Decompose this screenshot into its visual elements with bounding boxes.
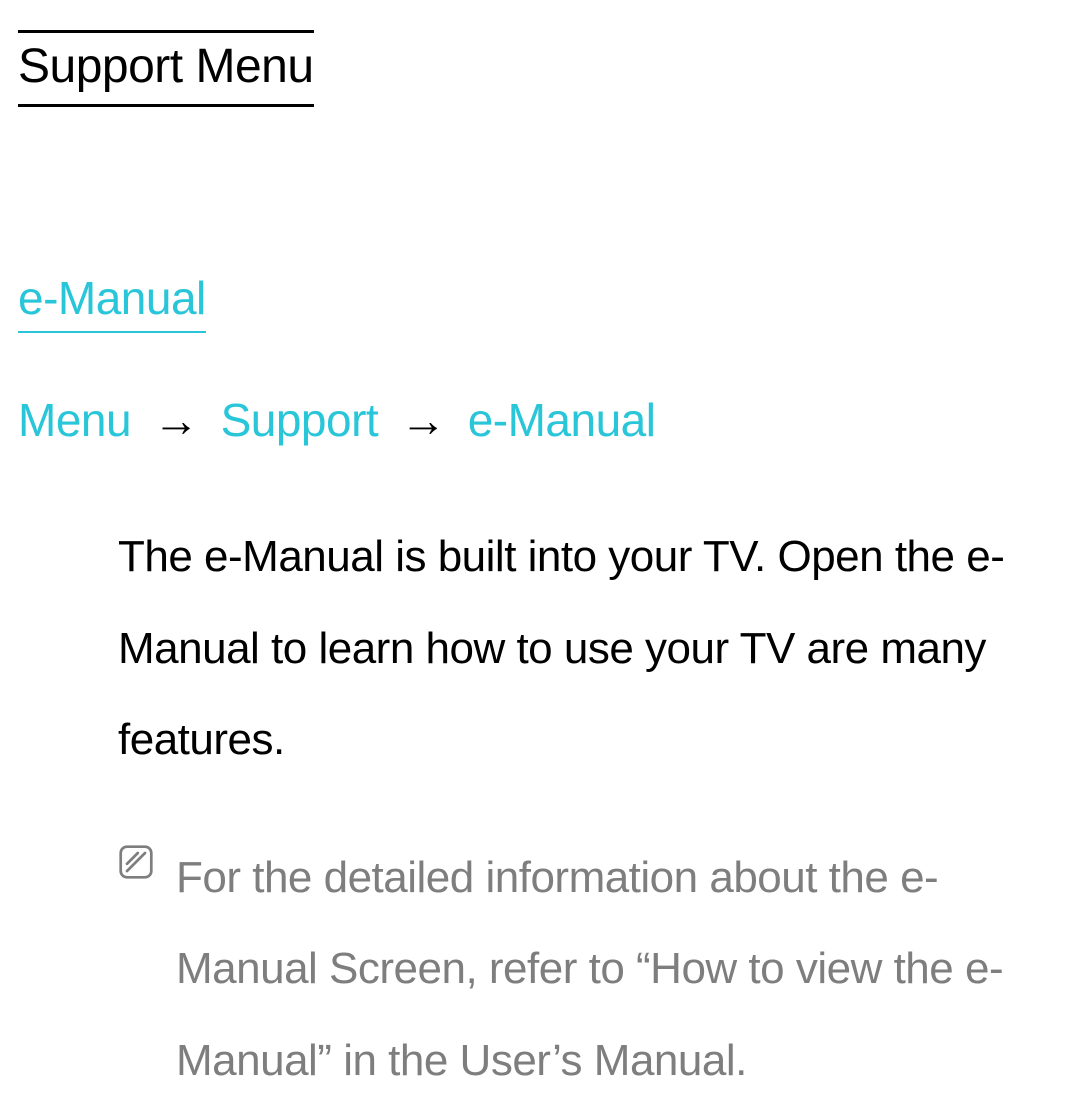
arrow-right-icon: → [400, 389, 446, 451]
breadcrumb-segment-emanual: e-Manual [468, 389, 656, 451]
arrow-right-icon: → [153, 389, 199, 451]
subheading-e-manual: e-Manual [18, 267, 206, 333]
body-paragraph: The e-Manual is built into your TV. Open… [118, 511, 1050, 786]
note-text: For the detailed information about the e… [176, 832, 1050, 1106]
breadcrumb: Menu → Support → e-Manual [18, 389, 1062, 451]
note: For the detailed information about the e… [118, 832, 1050, 1106]
breadcrumb-segment-support: Support [221, 389, 379, 451]
breadcrumb-segment-menu: Menu [18, 389, 131, 451]
note-icon [118, 844, 154, 880]
section-title: Support Menu [18, 30, 314, 107]
